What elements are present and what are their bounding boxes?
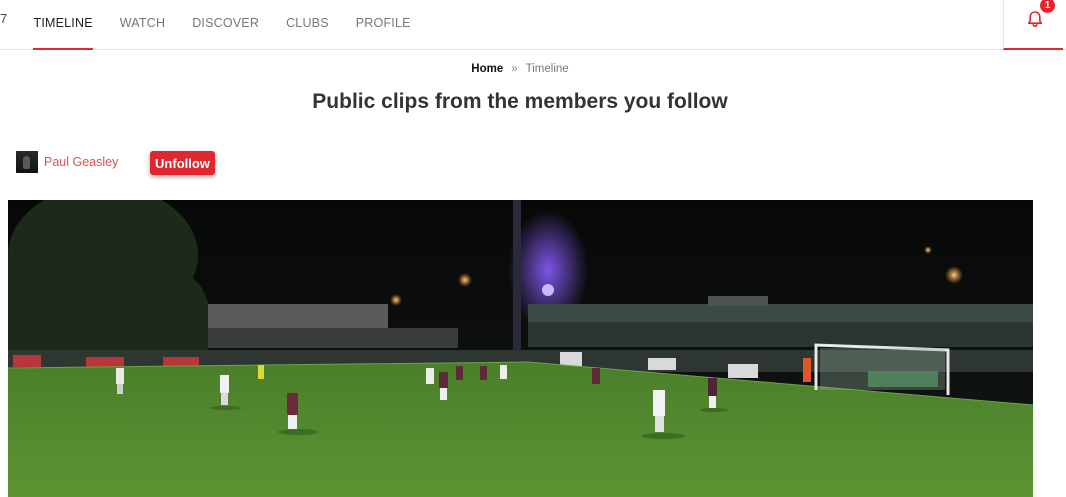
member-name-link[interactable]: Paul Geasley bbox=[44, 155, 118, 169]
video-clip[interactable] bbox=[8, 200, 1033, 497]
breadcrumb: Home » Timeline bbox=[0, 63, 1040, 75]
unfollow-button[interactable]: Unfollow bbox=[150, 151, 215, 175]
nav-item-profile[interactable]: PROFILE bbox=[342, 0, 424, 50]
page-title: Public clips from the members you follow bbox=[312, 90, 728, 113]
nav-item-discover[interactable]: DISCOVER bbox=[179, 0, 273, 50]
nav-item-watch[interactable]: WATCH bbox=[106, 0, 178, 50]
notification-count-badge: 1 bbox=[1040, 0, 1055, 13]
video-frame bbox=[8, 200, 1033, 497]
bell-icon bbox=[1027, 11, 1043, 28]
nav-item-clubs[interactable]: CLUBS bbox=[273, 0, 343, 50]
member-info: Paul Geasley bbox=[16, 151, 118, 173]
brand-fragment: 7 bbox=[0, 11, 8, 26]
nav-menu: TIMELINE WATCH DISCOVER CLUBS PROFILE bbox=[20, 0, 424, 50]
top-navbar: 7 TIMELINE WATCH DISCOVER CLUBS PROFILE … bbox=[0, 0, 1066, 50]
breadcrumb-current: Timeline bbox=[525, 63, 569, 75]
breadcrumb-home-link[interactable]: Home bbox=[471, 63, 503, 75]
nav-item-timeline[interactable]: TIMELINE bbox=[20, 0, 106, 50]
notifications-button[interactable]: 1 bbox=[1003, 0, 1063, 50]
avatar[interactable] bbox=[16, 151, 38, 173]
breadcrumb-separator: » bbox=[511, 63, 518, 75]
